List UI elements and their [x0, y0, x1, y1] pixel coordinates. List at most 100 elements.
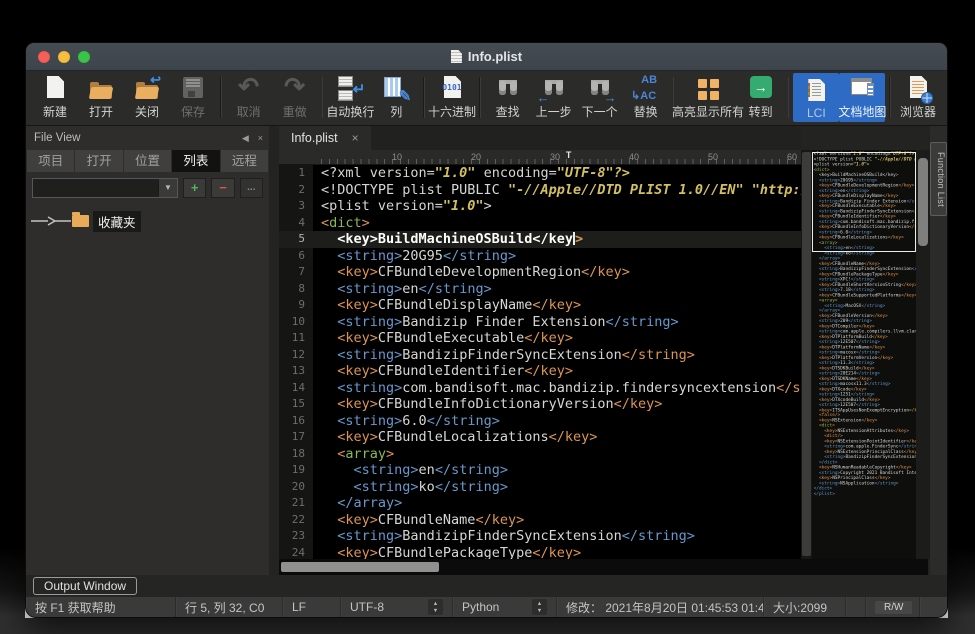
- toolbar-docmap-button[interactable]: 文档地图: [839, 73, 885, 122]
- tree-item-favorites[interactable]: 收藏夹: [30, 212, 269, 230]
- output-window-button[interactable]: Output Window: [33, 577, 137, 595]
- editor-pane: Info.plist × 102030405060T 1<?xml versio…: [279, 126, 801, 575]
- file-view-tabs: 项目打开位置列表远程: [26, 148, 269, 172]
- line-number: 6: [279, 248, 313, 265]
- horizontal-scrollbar[interactable]: [279, 559, 928, 575]
- panel-close-icon[interactable]: ×: [258, 133, 263, 144]
- sidebar-tab-project[interactable]: 项目: [27, 150, 74, 172]
- minimap-scroll-thumb[interactable]: [918, 158, 928, 246]
- sidebar-tab-remote[interactable]: 远程: [221, 150, 268, 172]
- toolbar-find-label: 查找: [496, 103, 520, 120]
- toolbar-close-label: 关闭: [135, 103, 159, 120]
- toolbar-lci-button[interactable]: LCI: [793, 73, 839, 122]
- status-encoding-text: UTF-8: [350, 600, 384, 614]
- status-language-stepper[interactable]: ▲▼: [532, 599, 547, 615]
- ruler-number: 30: [550, 152, 560, 162]
- favorites-combo-input[interactable]: [33, 179, 158, 197]
- redo-icon: ↷: [280, 75, 310, 102]
- minimize-button[interactable]: [58, 51, 70, 63]
- tab-close-icon[interactable]: ×: [352, 131, 359, 145]
- minimap-scrollbar[interactable]: [916, 150, 930, 559]
- code-line: 3<plist version="1.0">: [279, 198, 801, 215]
- add-favorite-button[interactable]: +: [183, 178, 206, 198]
- toolbar-separator: [220, 77, 222, 118]
- sidebar-tab-list[interactable]: 列表: [172, 150, 219, 172]
- window-title-area: Info.plist: [26, 49, 947, 64]
- minimap-viewport[interactable]: [812, 152, 916, 252]
- column-ruler: 102030405060T: [279, 150, 801, 165]
- favorites-tree: 收藏夹: [26, 202, 269, 230]
- ruler-number: 10: [392, 152, 402, 162]
- toolbar-new-button[interactable]: 新建: [32, 73, 78, 122]
- editor-vertical-scrollbar[interactable]: [801, 150, 812, 559]
- desktop-bottom-band: [0, 619, 975, 634]
- toolbar-find-button[interactable]: 查找: [485, 73, 531, 122]
- code-editor[interactable]: 1<?xml version="1.0" encoding="UTF-8"?>2…: [279, 165, 801, 575]
- code-line: 20 <string>ko</string>: [279, 479, 801, 496]
- next-icon: →: [585, 75, 615, 102]
- sidebar-tab-location[interactable]: 位置: [124, 150, 171, 172]
- code-line: 2<!DOCTYPE plist PUBLIC "-//Apple//DTD P…: [279, 182, 801, 199]
- ruler-number: 60: [787, 152, 797, 162]
- toolbar-replace-button[interactable]: AB↳AC替换: [623, 73, 669, 122]
- toolbar-redo-button[interactable]: ↷重做: [272, 73, 318, 122]
- folder-icon: [72, 215, 89, 227]
- file-view-panel: File View ◀ × 项目打开位置列表远程 ▼ + − ...: [26, 126, 269, 575]
- toolbar-undo-button[interactable]: ↶取消: [226, 73, 272, 122]
- browser-icon: [903, 75, 933, 102]
- line-number: 15: [279, 396, 313, 413]
- toolbar-hex-button[interactable]: 0101十六进制: [429, 73, 475, 122]
- more-options-button[interactable]: ...: [240, 178, 263, 198]
- status-encoding-stepper[interactable]: ▲▼: [428, 599, 443, 615]
- bottom-strip: Output Window: [26, 575, 947, 597]
- toolbar-close-button[interactable]: ↩关闭: [124, 73, 170, 122]
- toolbar-prev-button[interactable]: ←上一步: [531, 73, 577, 122]
- toolbar-docmap-label: 文档地图: [838, 103, 886, 120]
- toolbar-highlight-button[interactable]: 高亮显示所有: [678, 73, 737, 122]
- toolbar-replace-label: 替换: [634, 103, 658, 120]
- remove-favorite-button[interactable]: −: [211, 178, 234, 198]
- favorites-combo[interactable]: ▼: [32, 178, 178, 198]
- close-button[interactable]: [38, 51, 50, 63]
- toolbar-open-button[interactable]: 打开: [78, 73, 124, 122]
- toolbar-wrap-button[interactable]: ↵自动换行: [327, 73, 373, 122]
- toolbar-new-label: 新建: [43, 103, 67, 120]
- toolbar-column-button[interactable]: ✎列: [373, 73, 419, 122]
- status-bar: 按 F1 获取帮助行 5, 列 32, C0LFUTF-8▲▼Python▲▼修…: [26, 597, 947, 617]
- code-line: 7 <key>CFBundleDevelopmentRegion</key>: [279, 264, 801, 281]
- lci-icon: [801, 78, 831, 105]
- toolbar-goto-label: 转到: [749, 103, 773, 120]
- code-line: 21 </array>: [279, 495, 801, 512]
- vscroll-thumb[interactable]: [802, 152, 811, 556]
- status-modified: 修改： 2021年8月20日 01:45:53 01:45:53: [557, 597, 764, 617]
- toolbar-browser-button[interactable]: 浏览器: [895, 73, 941, 122]
- find-icon: [493, 75, 523, 102]
- toolbar-goto-button[interactable]: →转到: [738, 73, 784, 122]
- code-line: 17 <key>CFBundleLocalizations</key>: [279, 429, 801, 446]
- sidebar-tab-open[interactable]: 打开: [75, 150, 122, 172]
- document-map[interactable]: <?xml version="1.0" encoding="UTF-8"?><!…: [812, 150, 916, 559]
- toolbar-next-button[interactable]: →下一个: [577, 73, 623, 122]
- toolbar-lci-label: LCI: [807, 106, 826, 120]
- ruler-number: 20: [471, 152, 481, 162]
- hscroll-thumb[interactable]: [281, 562, 439, 572]
- toolbar-undo-label: 取消: [237, 103, 261, 120]
- panel-collapse-icon[interactable]: ◀: [242, 133, 249, 144]
- function-list-tab[interactable]: Function List: [930, 142, 947, 216]
- status-readwrite[interactable]: R/W: [866, 597, 920, 617]
- code-line: 16 <string>6.0</string>: [279, 413, 801, 430]
- document-icon: [451, 50, 462, 63]
- status-readwrite-button[interactable]: R/W: [875, 601, 912, 614]
- line-number: 23: [279, 528, 313, 545]
- toolbar-save-button[interactable]: 保存: [170, 73, 216, 122]
- combo-dropdown-icon[interactable]: ▼: [158, 179, 177, 197]
- editor-tab[interactable]: Info.plist ×: [279, 126, 371, 150]
- code-line: 8 <string>en</string>: [279, 281, 801, 298]
- code-line: 14 <string>com.bandisoft.mac.bandizip.fi…: [279, 380, 801, 397]
- status-language[interactable]: Python▲▼: [453, 597, 557, 617]
- line-number: 9: [279, 297, 313, 314]
- titlebar[interactable]: Info.plist: [26, 43, 947, 71]
- zoom-button[interactable]: [78, 51, 90, 63]
- toolbar-wrap-label: 自动换行: [326, 103, 374, 120]
- status-encoding[interactable]: UTF-8 ▲▼: [341, 597, 453, 617]
